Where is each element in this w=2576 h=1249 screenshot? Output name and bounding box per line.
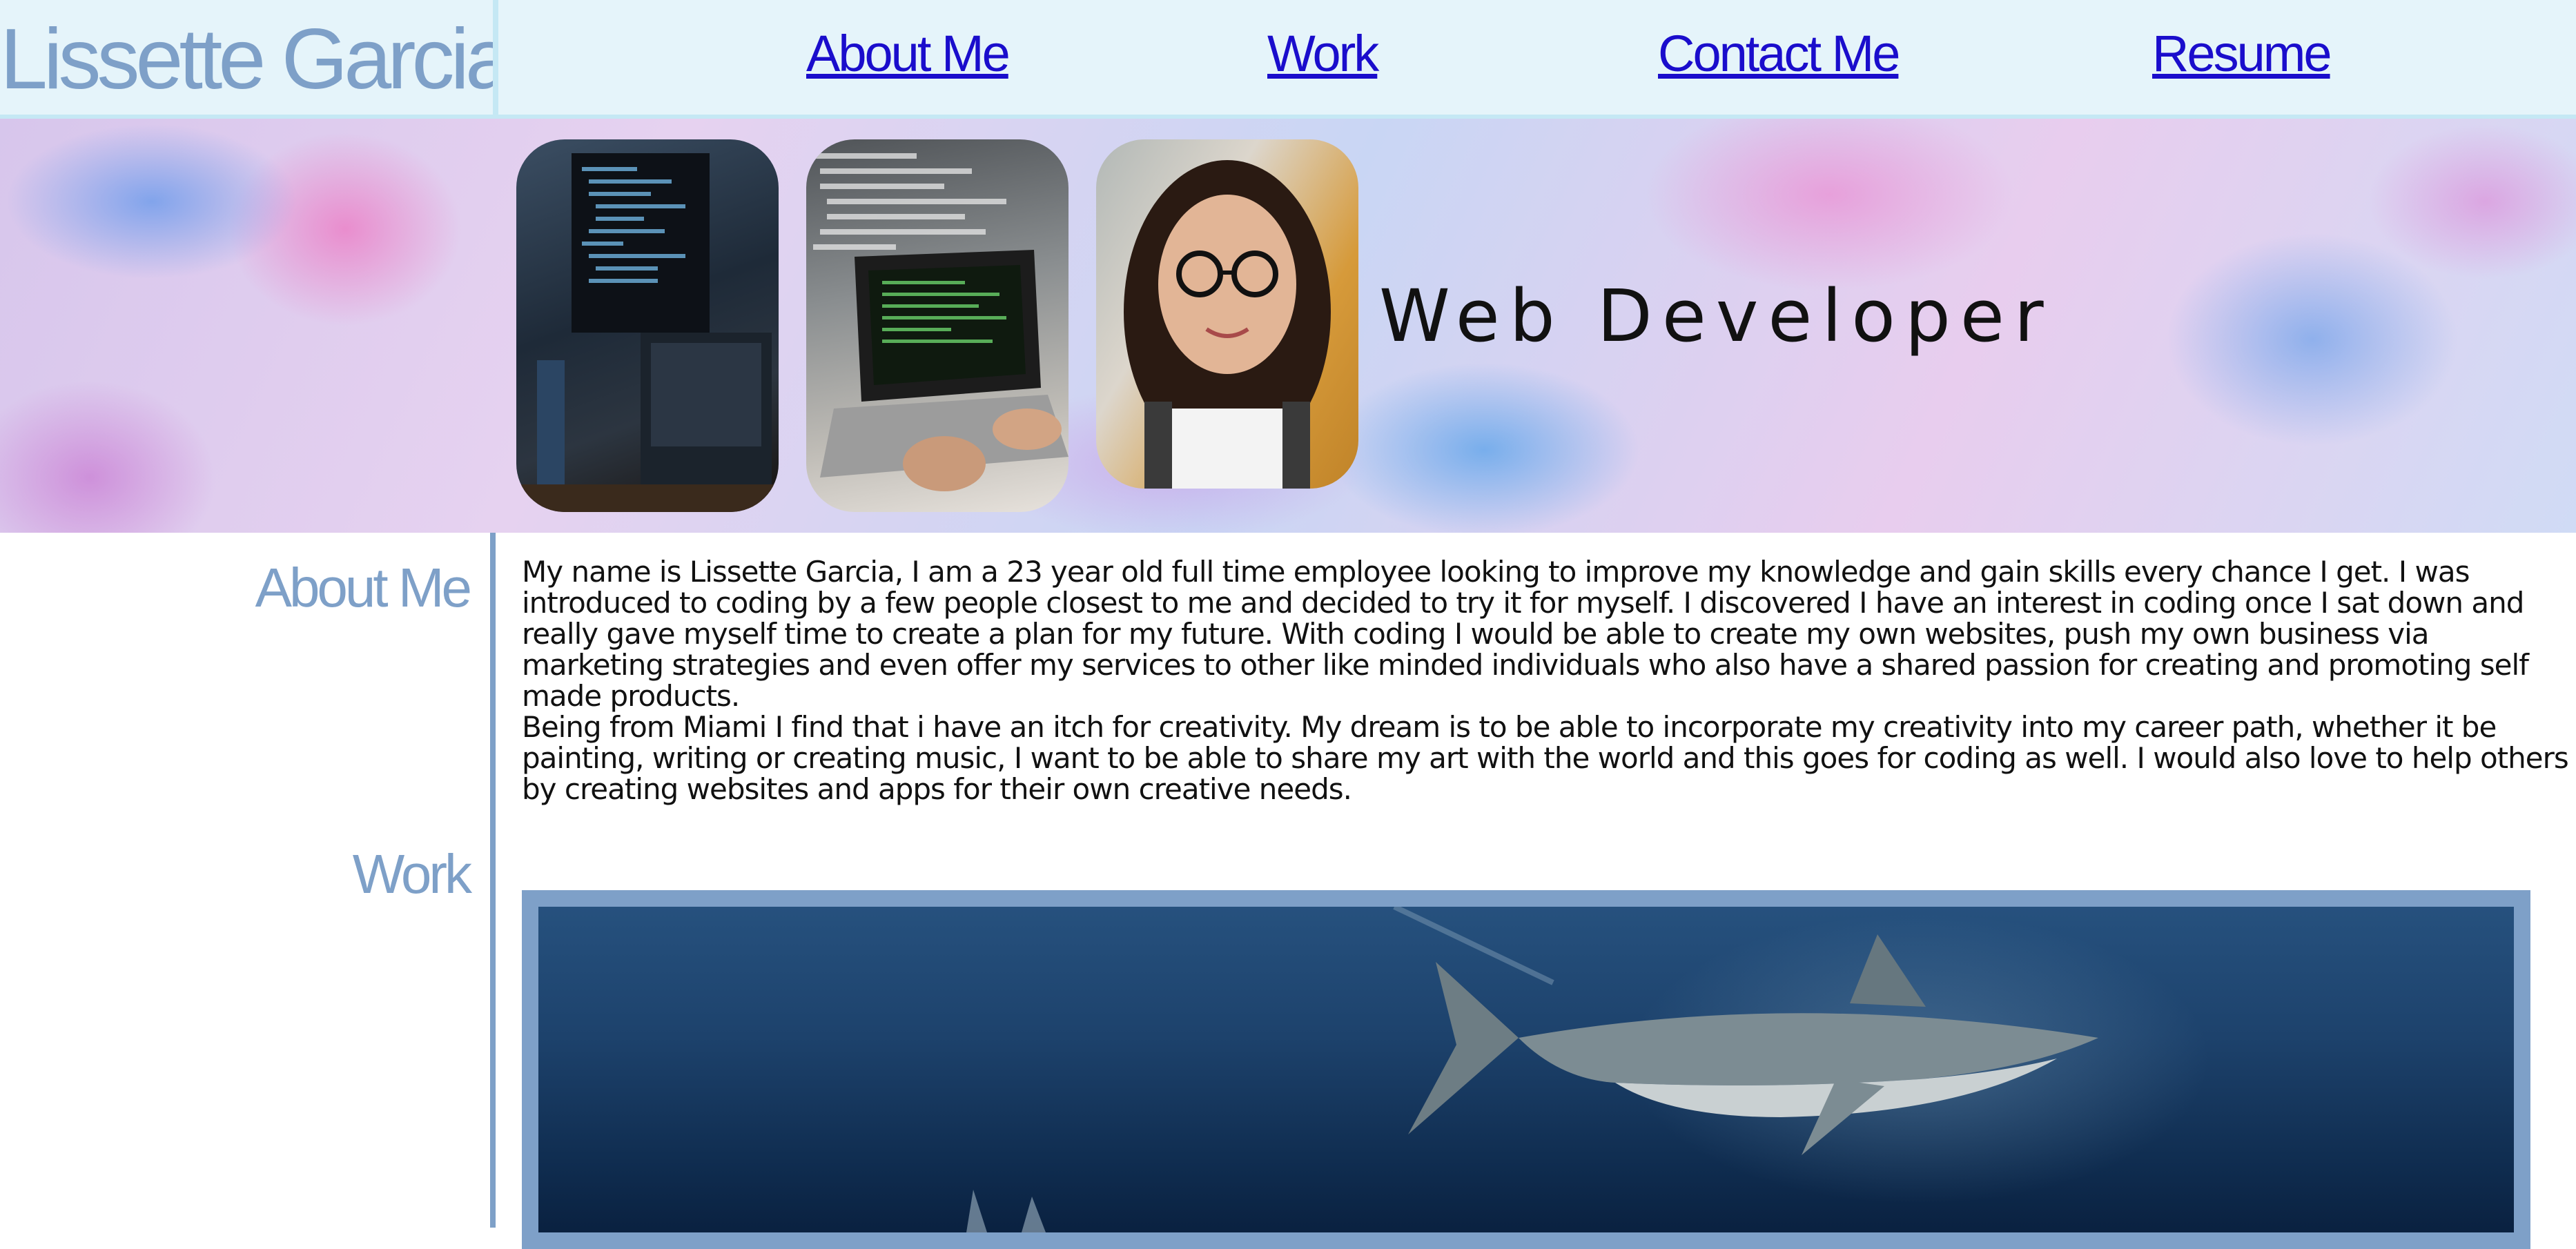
site-header: Lissette Garcia About Me Work Contact Me… xyxy=(0,0,2576,119)
about-paragraph-1: My name is Lissette Garcia, I am a 23 ye… xyxy=(522,555,2529,713)
shark-underwater-image[interactable] xyxy=(538,907,2514,1232)
laptop-coding-image xyxy=(806,139,1069,512)
nav-link-work[interactable]: Work xyxy=(1267,19,1379,88)
nav-link-about-me[interactable]: About Me xyxy=(806,19,1011,88)
code-on-monitor-image xyxy=(516,139,779,512)
work-section-title: Work xyxy=(352,843,472,905)
nav-link-resume[interactable]: Resume xyxy=(2152,19,2332,88)
portrait-image xyxy=(1096,139,1358,489)
hero-tagline: Web Developer xyxy=(1379,274,2053,358)
hero-banner: Web Developer xyxy=(0,119,2576,533)
about-me-text: My name is Lissette Garcia, I am a 23 ye… xyxy=(522,556,2572,805)
about-section-title: About Me xyxy=(255,557,472,618)
site-name: Lissette Garcia xyxy=(0,0,498,115)
work-project-card[interactable] xyxy=(522,890,2530,1249)
nav-link-contact-me[interactable]: Contact Me xyxy=(1658,19,1900,88)
section-sidebar: About Me Work xyxy=(0,533,496,1228)
about-paragraph-2: Being from Miami I find that i have an i… xyxy=(522,710,2569,806)
shark-shape xyxy=(1408,934,2098,1155)
